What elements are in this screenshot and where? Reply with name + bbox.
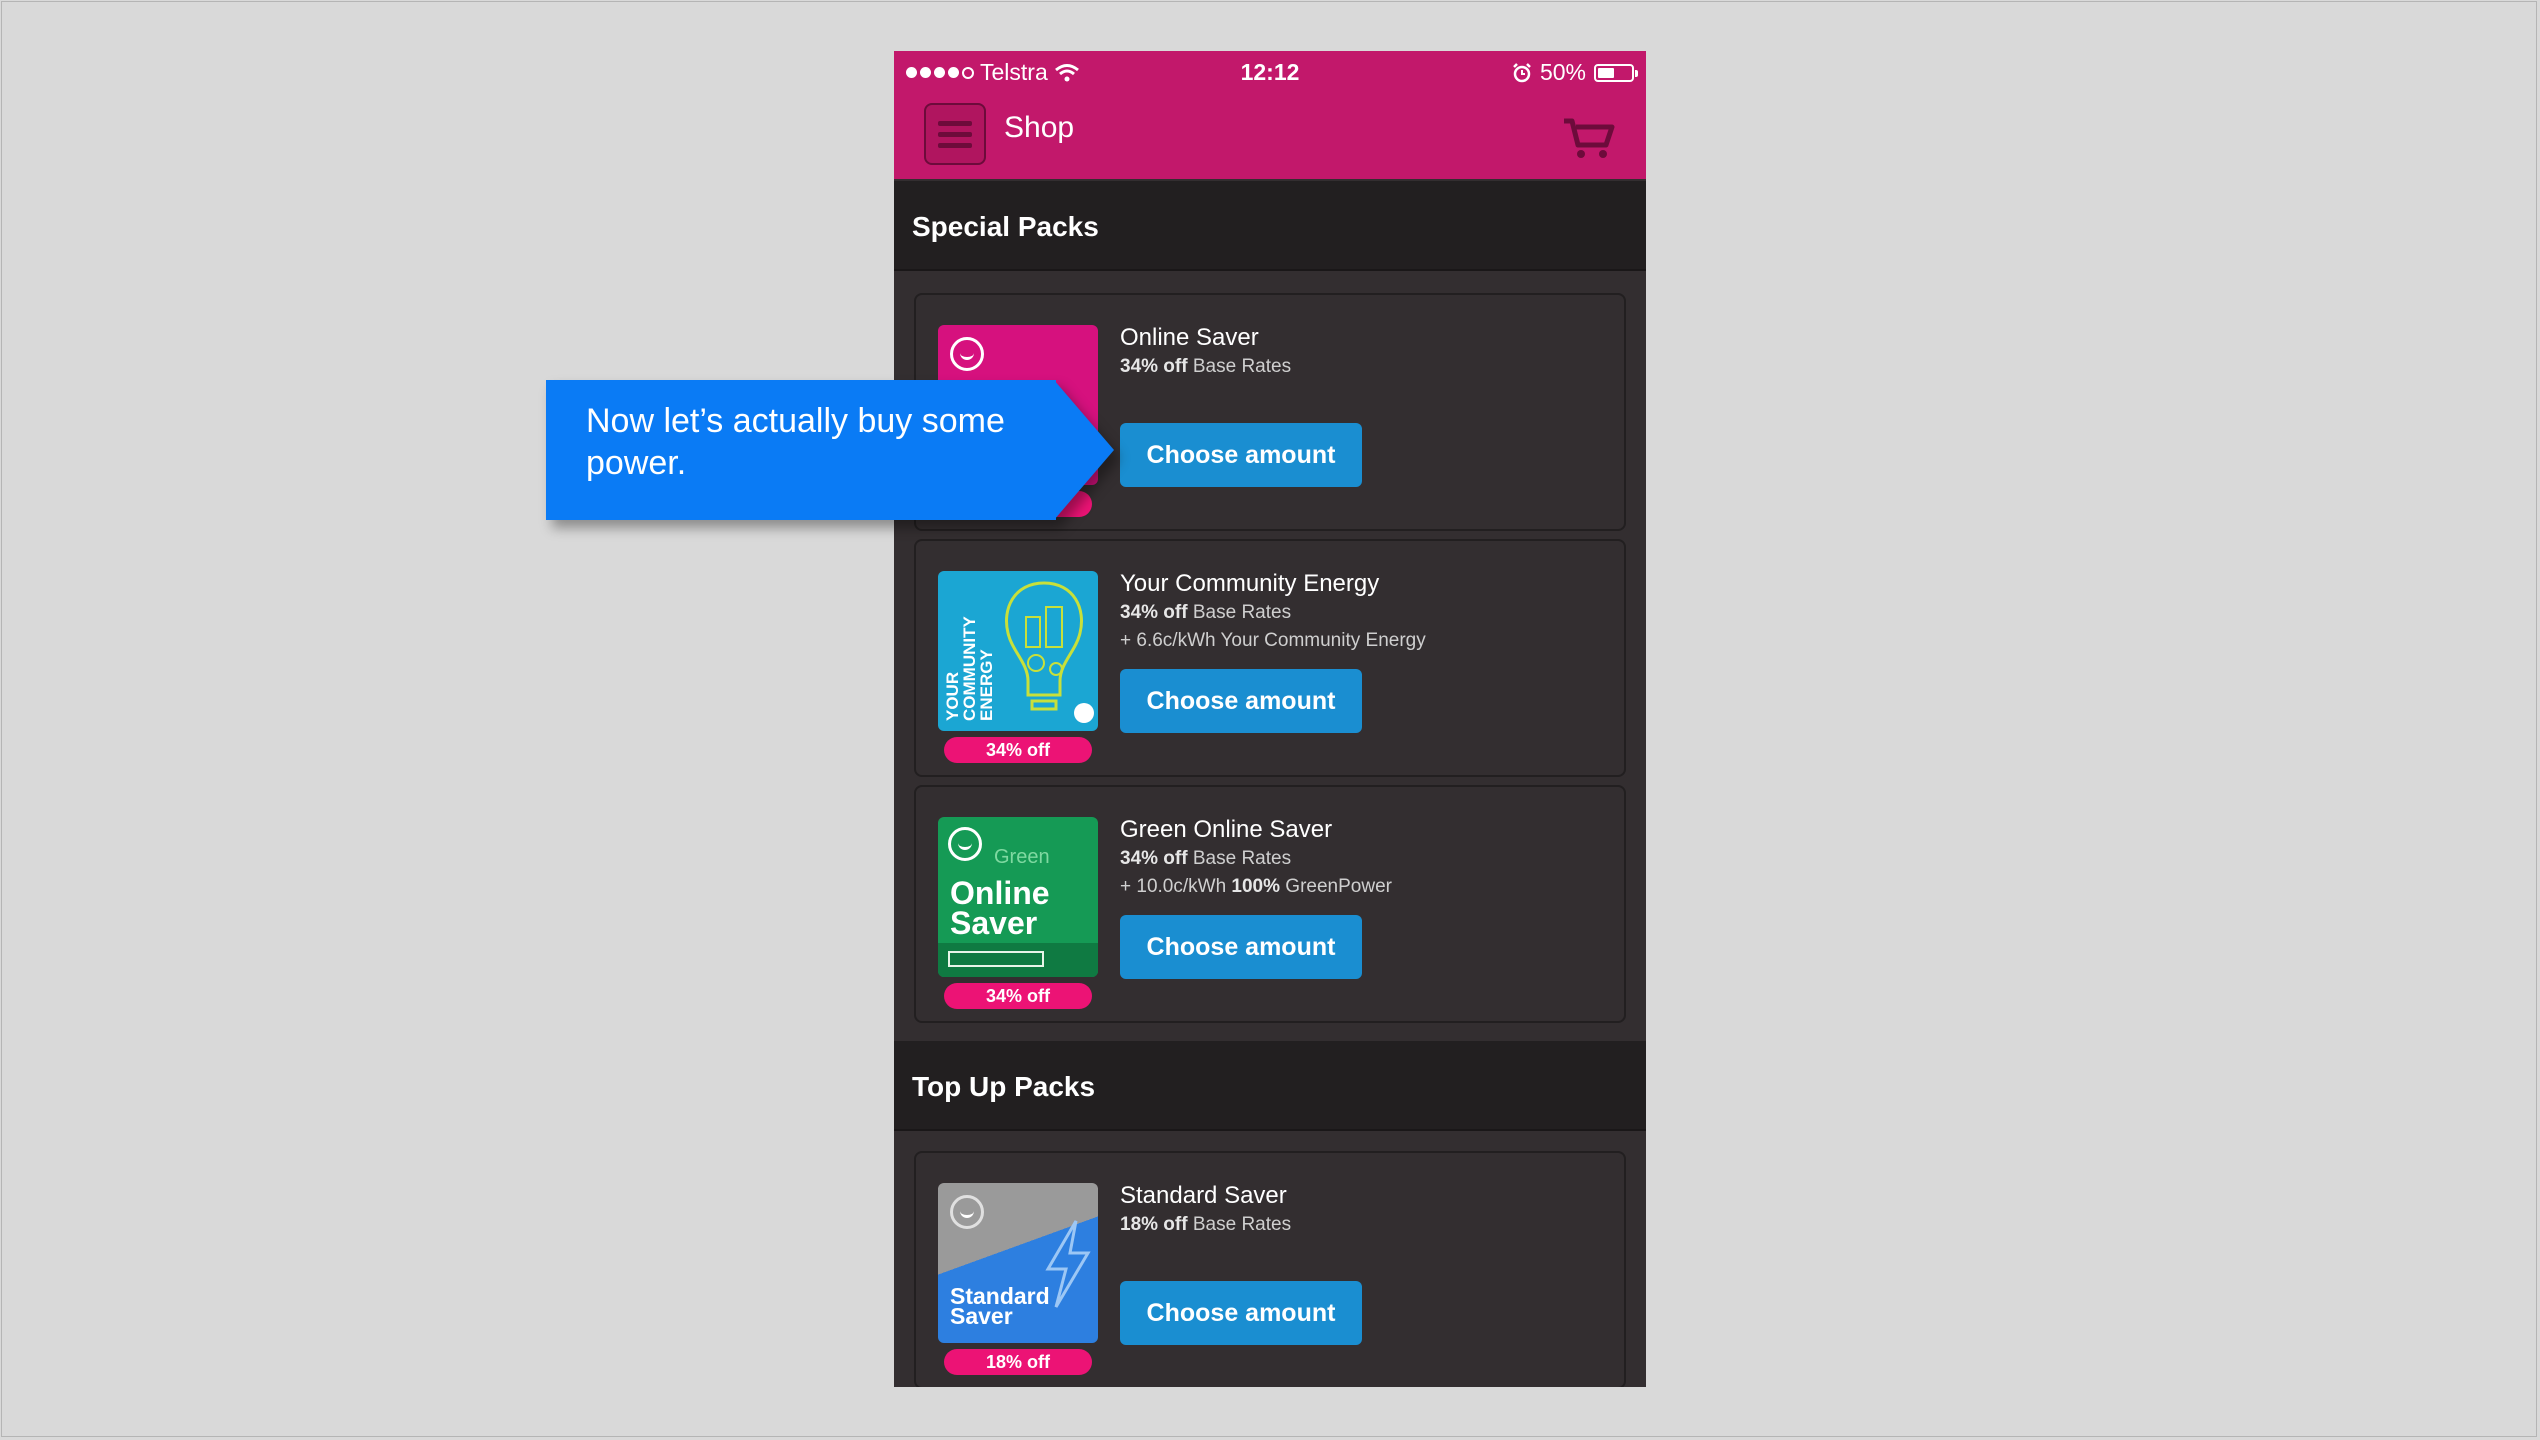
discount-badge: 18% off	[944, 1349, 1092, 1375]
hamburger-icon	[938, 120, 972, 126]
menu-button[interactable]	[924, 103, 986, 165]
pack-info: Online Saver 34% off Base Rates	[1120, 323, 1291, 381]
pack-rate: 34% off Base Rates	[1120, 356, 1292, 377]
pack-rate: 18% off Base Rates	[1120, 1214, 1292, 1235]
tutorial-callout: Now let’s actually buy some power.	[546, 380, 1114, 520]
pack-name: Your Community Energy	[1120, 570, 1380, 597]
pack-extra: + 10.0c/kWh 100% GreenPower	[1120, 876, 1392, 897]
pack-extra: + 6.6c/kWh Your Community Energy	[1120, 630, 1426, 651]
pack-name: Online Saver	[1120, 324, 1259, 351]
pack-card-standard-saver: Standard Saver 18% off Standard Saver 18…	[914, 1151, 1626, 1387]
choose-amount-button[interactable]: Choose amount	[1120, 915, 1362, 979]
pack-name: Standard Saver	[1120, 1182, 1287, 1209]
pack-info: Your Community Energy 34% off Base Rates…	[1120, 569, 1426, 655]
pack-name: Green Online Saver	[1120, 816, 1333, 843]
callout-text: Now let’s actually buy some power.	[586, 402, 1005, 482]
discount-badge: 34% off	[944, 983, 1092, 1009]
pack-card-community-energy: YOUR COMMUNITY ENERGY 34% off Your Commu…	[914, 539, 1626, 777]
section-title: Top Up Packs	[912, 1071, 1096, 1102]
alarm-icon	[1513, 62, 1531, 82]
section-header-special: Special Packs	[894, 181, 1646, 271]
battery-percent: 50%	[1539, 59, 1586, 85]
brand-logo-icon	[950, 1195, 984, 1229]
pack-image: YOUR COMMUNITY ENERGY	[938, 571, 1098, 731]
status-right: 50%	[1512, 59, 1638, 86]
pack-image-small-text: Green	[994, 846, 1050, 868]
choose-amount-button[interactable]: Choose amount	[1120, 669, 1362, 733]
pack-image: Green Online Saver	[938, 817, 1098, 977]
brand-logo-icon	[950, 337, 984, 371]
pack-card-green-online-saver: Green Online Saver 34% off Green Online …	[914, 785, 1626, 1023]
pack-image-title-2: Saver	[950, 905, 1038, 941]
greenpower-logo	[948, 951, 1044, 967]
section-header-topup: Top Up Packs	[894, 1041, 1646, 1131]
status-bar: Telstra 12:12 50%	[894, 51, 1646, 93]
phone-screen: Telstra 12:12 50% Shop Special Packs Onl…	[894, 51, 1646, 1387]
pack-image-title-2: Saver	[950, 1303, 1013, 1329]
section-title: Special Packs	[912, 211, 1099, 242]
callout-pointer	[1054, 380, 1114, 520]
app-header: Telstra 12:12 50% Shop	[894, 51, 1646, 179]
cart-icon[interactable]	[1562, 115, 1616, 159]
pack-rate: 34% off Base Rates	[1120, 848, 1292, 869]
pack-image-text: YOUR COMMUNITY ENERGY	[943, 616, 996, 721]
discount-badge: 34% off	[944, 737, 1092, 763]
pack-image: Standard Saver	[938, 1183, 1098, 1343]
greenpower-strip	[938, 943, 1098, 977]
page-title: Shop	[1004, 111, 1075, 144]
pack-info: Green Online Saver 34% off Base Rates + …	[1120, 815, 1392, 901]
battery-icon	[1594, 63, 1638, 82]
choose-amount-button[interactable]: Choose amount	[1120, 423, 1362, 487]
choose-amount-button[interactable]: Choose amount	[1120, 1281, 1362, 1345]
brand-logo-icon	[948, 827, 982, 861]
pack-rate: 34% off Base Rates	[1120, 602, 1292, 623]
pack-info: Standard Saver 18% off Base Rates	[1120, 1181, 1291, 1239]
brand-logo-icon	[1074, 703, 1094, 723]
